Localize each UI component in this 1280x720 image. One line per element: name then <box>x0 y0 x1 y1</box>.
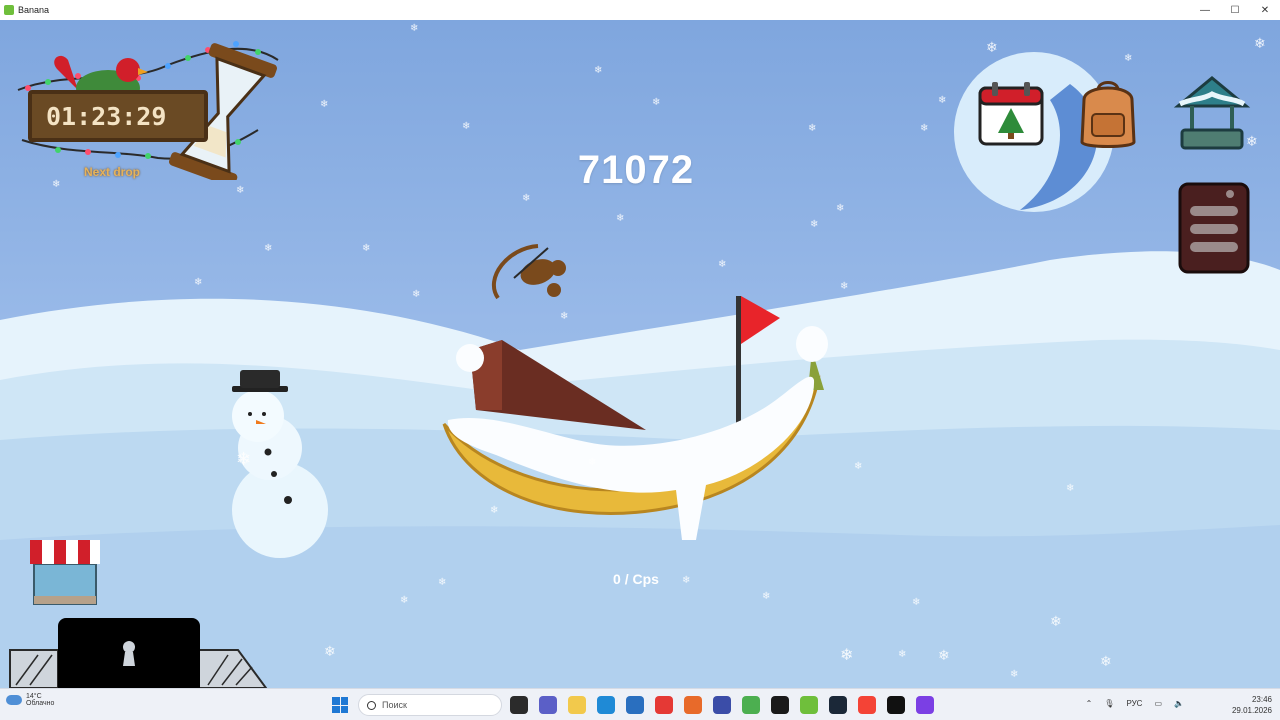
menu-icon[interactable] <box>1176 180 1252 281</box>
search-placeholder: Поиск <box>382 700 407 710</box>
edge-icon[interactable] <box>597 696 615 714</box>
cloud-icon <box>6 695 22 705</box>
taskbar-app-icons <box>510 696 934 714</box>
weather-temperature: 14°C <box>26 693 42 700</box>
microphone-icon[interactable]: 🎙 <box>1104 699 1114 708</box>
app-shield-icon[interactable] <box>684 696 702 714</box>
taskbar-search[interactable]: Поиск <box>358 694 502 716</box>
taskbar-clock[interactable]: 23:46 29.01.2026 <box>1232 694 1272 716</box>
network-icon[interactable]: ▭ <box>1154 699 1162 708</box>
backpack-icon[interactable] <box>1070 76 1146 157</box>
app-badge-icon[interactable] <box>713 696 731 714</box>
steam-icon[interactable] <box>829 696 847 714</box>
task-view-icon[interactable] <box>510 696 528 714</box>
clock-date: 29.01.2026 <box>1231 706 1272 715</box>
language-indicator[interactable]: РУС <box>1126 699 1142 708</box>
system-tray: ⌃ 🎙 РУС ▭ 🔈 <box>1086 699 1184 708</box>
clock-time: 23:46 <box>1251 695 1272 704</box>
maximize-button[interactable]: ☐ <box>1220 0 1250 20</box>
yandex-icon[interactable] <box>655 696 673 714</box>
weather-condition: Облачно <box>26 700 55 707</box>
app-purple-icon[interactable] <box>916 696 934 714</box>
weather-widget[interactable]: 14°C Облачно <box>6 693 54 707</box>
clicks-per-second: 0 / Cps <box>613 571 659 587</box>
windows-taskbar: 14°C Облачно Поиск ⌃ 🎙 РУС ▭ 🔈 23:46 29.… <box>0 688 1280 720</box>
teams-icon[interactable] <box>539 696 557 714</box>
window-title: Banana <box>18 5 50 15</box>
app-z-icon[interactable] <box>771 696 789 714</box>
chevron-up-icon[interactable]: ⌃ <box>1086 699 1093 708</box>
speaker-icon[interactable]: 🔈 <box>1174 699 1184 708</box>
calendar-icon[interactable] <box>976 78 1046 153</box>
minimize-button[interactable]: — <box>1190 0 1220 20</box>
file-explorer-icon[interactable] <box>568 696 586 714</box>
next-drop-timer: 01:23:29 <box>28 90 208 142</box>
monkey-sprite <box>491 244 566 300</box>
game-stage: 01:23:29 Next drop 71072 0 / Cps ❄ ❄ ❄ ❄… <box>0 20 1280 688</box>
yandex-browser-icon[interactable] <box>858 696 876 714</box>
locked-slot[interactable] <box>58 618 200 688</box>
lock-icon <box>123 641 135 666</box>
app-ghost-icon[interactable] <box>887 696 905 714</box>
window-controls: — ☐ ✕ <box>1190 0 1280 20</box>
search-icon <box>367 700 376 710</box>
banana-game-icon[interactable] <box>800 696 818 714</box>
close-button[interactable]: ✕ <box>1250 0 1280 20</box>
windows-start-icon[interactable] <box>332 697 348 713</box>
wishing-well-icon[interactable] <box>1172 70 1252 157</box>
app-icon <box>4 5 14 15</box>
store-icon[interactable] <box>626 696 644 714</box>
window-title-bar: Banana — ☐ ✕ <box>0 0 1280 20</box>
chrome-icon[interactable] <box>742 696 760 714</box>
